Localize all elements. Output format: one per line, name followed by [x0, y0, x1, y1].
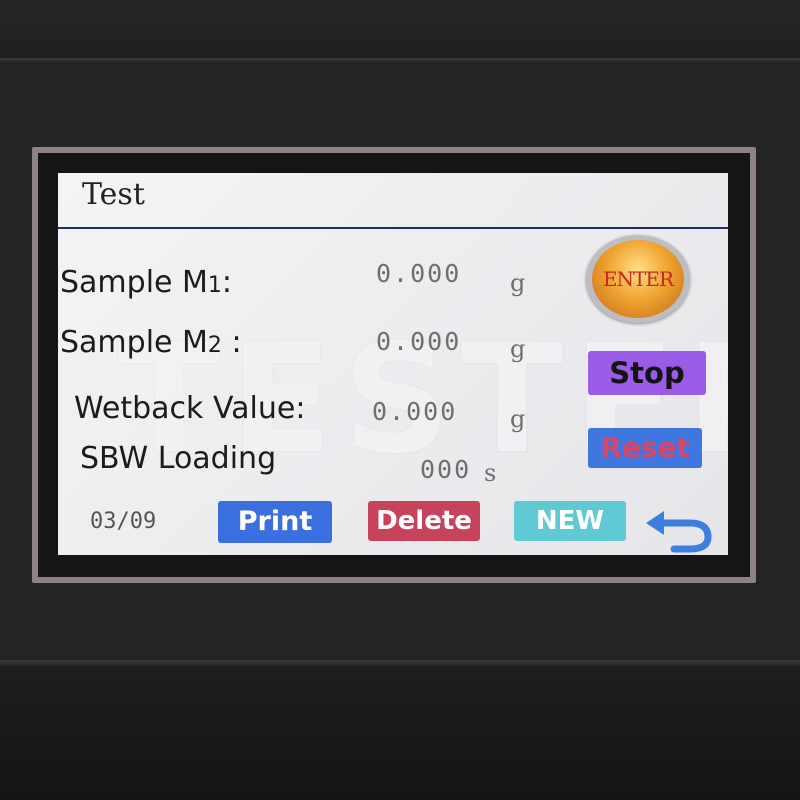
enter-button[interactable]: ENTER	[592, 240, 684, 318]
new-button[interactable]: NEW	[514, 501, 626, 541]
sample-m1-unit: g	[510, 269, 526, 297]
delete-button[interactable]: Delete	[368, 501, 480, 541]
wetback-value-label: Wetback Value:	[74, 391, 306, 426]
sample-m2-label: Sample M2 :	[60, 325, 242, 360]
reset-button[interactable]: Reset	[588, 428, 702, 468]
sbw-loading-value: 000	[420, 455, 472, 484]
sample-m1-label: Sample M1:	[60, 265, 233, 300]
device-bottom-panel	[0, 668, 800, 800]
sample-m1-value: 0.000	[376, 259, 462, 288]
wetback-value: 0.000	[372, 397, 458, 426]
sample-m2-value: 0.000	[376, 327, 462, 356]
sample-m2-unit: g	[510, 335, 526, 363]
title-bar: Test	[58, 173, 728, 229]
back-arrow-icon[interactable]	[644, 507, 714, 553]
date-display: 03/09	[90, 509, 157, 534]
page-title: Test	[82, 177, 145, 212]
sbw-loading-unit: s	[484, 459, 497, 487]
print-button[interactable]: Print	[218, 501, 332, 543]
device-bottom-edge	[0, 660, 800, 668]
stop-button[interactable]: Stop	[588, 351, 706, 395]
sbw-loading-label: SBW Loading	[80, 441, 277, 476]
touch-screen: TESTER Test Sample M1: 0.000 g Sample M2…	[58, 173, 728, 555]
device-top-panel	[0, 0, 800, 60]
wetback-value-unit: g	[510, 405, 526, 433]
